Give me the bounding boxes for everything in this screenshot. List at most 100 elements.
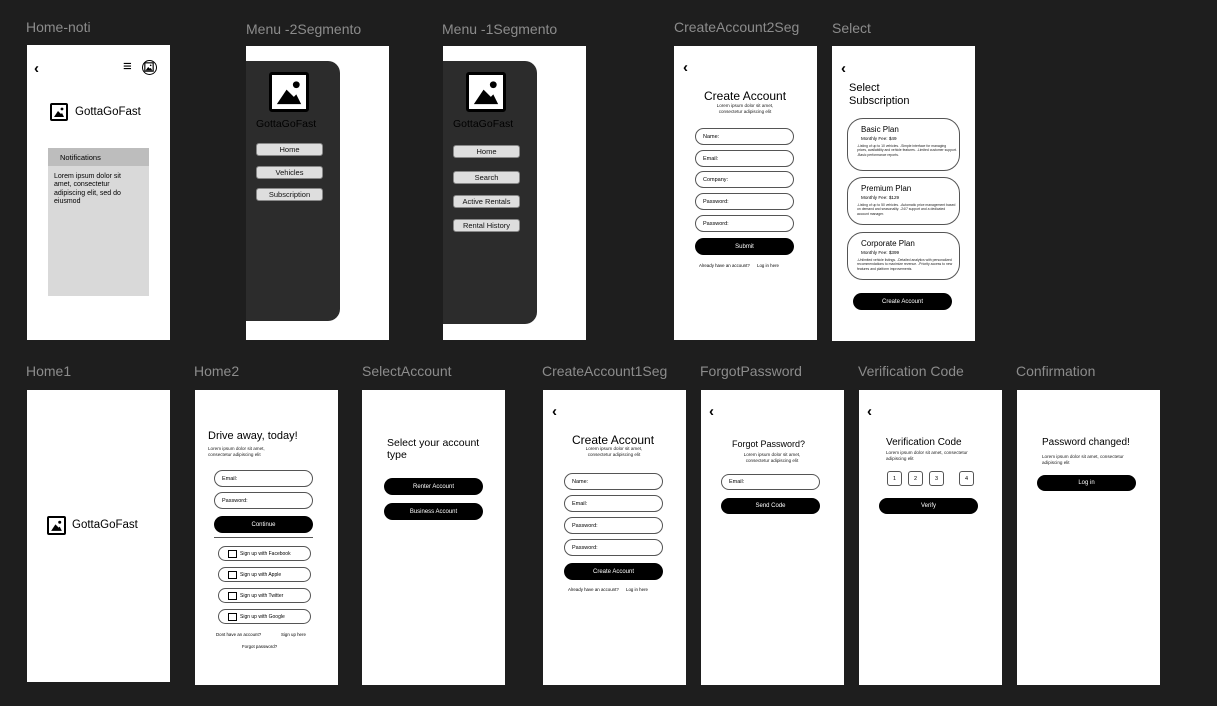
frame-label-create2: CreateAccount2Seg bbox=[674, 19, 800, 35]
button-label: Sign up with Google bbox=[240, 613, 285, 620]
plan-description: -Unlimited vehicle listings. -Detailed a… bbox=[857, 258, 953, 271]
password-field[interactable]: Password: bbox=[695, 193, 794, 210]
frame-label-menu1: Menu -1Segmento bbox=[442, 21, 558, 37]
confirm-password-field[interactable]: Password: bbox=[695, 215, 794, 232]
email-field[interactable]: Email: bbox=[721, 474, 820, 490]
signup-apple-button[interactable]: Sign up with Apple bbox=[218, 567, 311, 582]
frame-label-create1: CreateAccount1Seg bbox=[542, 363, 668, 379]
back-icon[interactable]: ‹ bbox=[867, 404, 872, 419]
password-field[interactable]: Password: bbox=[214, 492, 313, 509]
page-subtitle: Lorem ipsum dolor sit amet, consectetur … bbox=[1042, 454, 1124, 465]
menu-drawer: GottaGoFast Home Vehicles Subscription bbox=[246, 61, 340, 321]
frame-label-home-noti: Home-noti bbox=[26, 19, 91, 35]
company-field[interactable]: Company: bbox=[695, 171, 794, 188]
frame-label-forgot: ForgotPassword bbox=[700, 363, 802, 379]
forgot-password-link[interactable]: Forgot password? bbox=[242, 644, 277, 649]
button-label: Sign up with Facebook bbox=[240, 550, 291, 557]
email-field[interactable]: Email: bbox=[695, 150, 794, 167]
email-field[interactable]: Email: bbox=[564, 495, 663, 512]
back-icon[interactable]: ‹ bbox=[841, 61, 846, 76]
login-prompt: Already have an account? bbox=[568, 587, 619, 592]
logo-image-icon bbox=[269, 72, 309, 112]
menu1-frame: GottaGoFast Home Search Active Rentals R… bbox=[443, 46, 586, 340]
signup-facebook-button[interactable]: Sign up with Facebook bbox=[218, 546, 311, 561]
login-button[interactable]: Log in bbox=[1037, 475, 1136, 491]
twitter-icon bbox=[228, 592, 237, 600]
brand-name: GottaGoFast bbox=[256, 118, 317, 130]
continue-button[interactable]: Continue bbox=[214, 516, 313, 533]
page-subtitle: Lorem ipsum dolor sit amet, consectetur … bbox=[886, 450, 968, 461]
logo-image-icon bbox=[50, 103, 68, 121]
signup-google-button[interactable]: Sign up with Google bbox=[218, 609, 311, 624]
signup-prompt: Dont have an account? bbox=[216, 632, 262, 637]
home-noti-frame: ‹ ≡ GottaGoFast Notifications Lorem ipsu… bbox=[27, 45, 170, 340]
frame-label-select: Select bbox=[832, 20, 871, 36]
plan-card-corporate[interactable]: Corporate Plan Monthly Fee: $399 -Unlimi… bbox=[847, 232, 960, 280]
google-icon bbox=[228, 613, 237, 621]
email-field[interactable]: Email: bbox=[214, 470, 313, 487]
page-subtitle: Lorem ipsum dolor sit amet, consectetur … bbox=[716, 103, 774, 114]
frame-label-home2: Home2 bbox=[194, 363, 240, 379]
notifications-header: Notifications bbox=[48, 148, 149, 166]
renter-account-button[interactable]: Renter Account bbox=[384, 478, 483, 495]
plan-name: Premium Plan bbox=[861, 184, 912, 193]
brand-name: GottaGoFast bbox=[453, 118, 514, 130]
submit-button[interactable]: Submit bbox=[695, 238, 794, 255]
confirm-password-field[interactable]: Password: bbox=[564, 539, 663, 556]
password-field[interactable]: Password: bbox=[564, 517, 663, 534]
hamburger-menu-icon[interactable]: ≡ bbox=[123, 59, 132, 74]
frame-label-verification: Verification Code bbox=[858, 363, 964, 379]
back-icon[interactable]: ‹ bbox=[683, 60, 688, 75]
plan-card-basic[interactable]: Basic Plan Monthly Fee: $49 -Listing of … bbox=[847, 118, 960, 171]
create-account-button[interactable]: Create Account bbox=[853, 293, 952, 310]
back-icon[interactable]: ‹ bbox=[552, 404, 557, 419]
frame-label-home1: Home1 bbox=[26, 363, 72, 379]
code-digit-input[interactable]: 4 bbox=[959, 471, 974, 486]
plan-fee: Monthly Fee: $399 bbox=[861, 250, 900, 255]
plan-description: -Listing of up to 10 vehicles. -Simple i… bbox=[857, 144, 957, 157]
button-label: Sign up with Twitter bbox=[240, 592, 284, 599]
page-subtitle: Lorem ipsum dolor sit amet, consectetur … bbox=[743, 452, 801, 463]
code-digit-input[interactable]: 2 bbox=[908, 471, 923, 486]
menu-item-home[interactable]: Home bbox=[256, 143, 323, 156]
menu-drawer: GottaGoFast Home Search Active Rentals R… bbox=[443, 61, 537, 324]
login-prompt: Already have an account? bbox=[699, 263, 750, 268]
page-title: Password changed! bbox=[1042, 437, 1130, 448]
menu-item-home[interactable]: Home bbox=[453, 145, 520, 158]
page-title: Select your account type bbox=[387, 437, 480, 462]
page-title: Forgot Password? bbox=[732, 439, 806, 449]
button-label: Sign up with Apple bbox=[240, 571, 282, 578]
back-icon[interactable]: ‹ bbox=[709, 404, 714, 419]
send-code-button[interactable]: Send Code bbox=[721, 498, 820, 514]
plan-name: Basic Plan bbox=[861, 125, 899, 134]
name-field[interactable]: Name: bbox=[695, 128, 794, 145]
code-digit-input[interactable]: 3 bbox=[929, 471, 944, 486]
verify-button[interactable]: Verify bbox=[879, 498, 978, 514]
business-account-button[interactable]: Business Account bbox=[384, 503, 483, 520]
page-title: Verification Code bbox=[886, 437, 962, 448]
menu-item-active-rentals[interactable]: Active Rentals bbox=[453, 195, 520, 208]
plan-fee: Monthly Fee: $49 bbox=[861, 136, 897, 141]
plan-card-premium[interactable]: Premium Plan Monthly Fee: $129 -Listing … bbox=[847, 177, 960, 225]
login-link[interactable]: Log in here bbox=[626, 587, 648, 592]
forgot-frame: ‹ Forgot Password? Lorem ipsum dolor sit… bbox=[701, 390, 844, 685]
profile-avatar-icon[interactable] bbox=[142, 60, 157, 75]
logo-image-icon bbox=[466, 72, 506, 112]
signup-twitter-button[interactable]: Sign up with Twitter bbox=[218, 588, 311, 603]
menu-item-subscription[interactable]: Subscription bbox=[256, 188, 323, 201]
code-digit-input[interactable]: 1 bbox=[887, 471, 902, 486]
page-title: Select Subscription bbox=[849, 82, 910, 107]
page-title: Drive away, today! bbox=[208, 430, 298, 442]
menu-item-rental-history[interactable]: Rental History bbox=[453, 219, 520, 232]
menu-item-search[interactable]: Search bbox=[453, 171, 520, 184]
create2-frame: ‹ Create Account Lorem ipsum dolor sit a… bbox=[674, 46, 817, 340]
signup-link[interactable]: Sign up here bbox=[281, 632, 306, 637]
facebook-icon bbox=[228, 550, 237, 558]
menu-item-vehicles[interactable]: Vehicles bbox=[256, 166, 323, 179]
page-subtitle: Lorem ipsum dolor sit amet, consectetur … bbox=[208, 446, 265, 457]
back-icon[interactable]: ‹ bbox=[34, 61, 39, 76]
home1-frame: GottaGoFast bbox=[27, 390, 170, 682]
create-account-button[interactable]: Create Account bbox=[564, 563, 663, 580]
login-link[interactable]: Log in here bbox=[757, 263, 779, 268]
name-field[interactable]: Name: bbox=[564, 473, 663, 490]
